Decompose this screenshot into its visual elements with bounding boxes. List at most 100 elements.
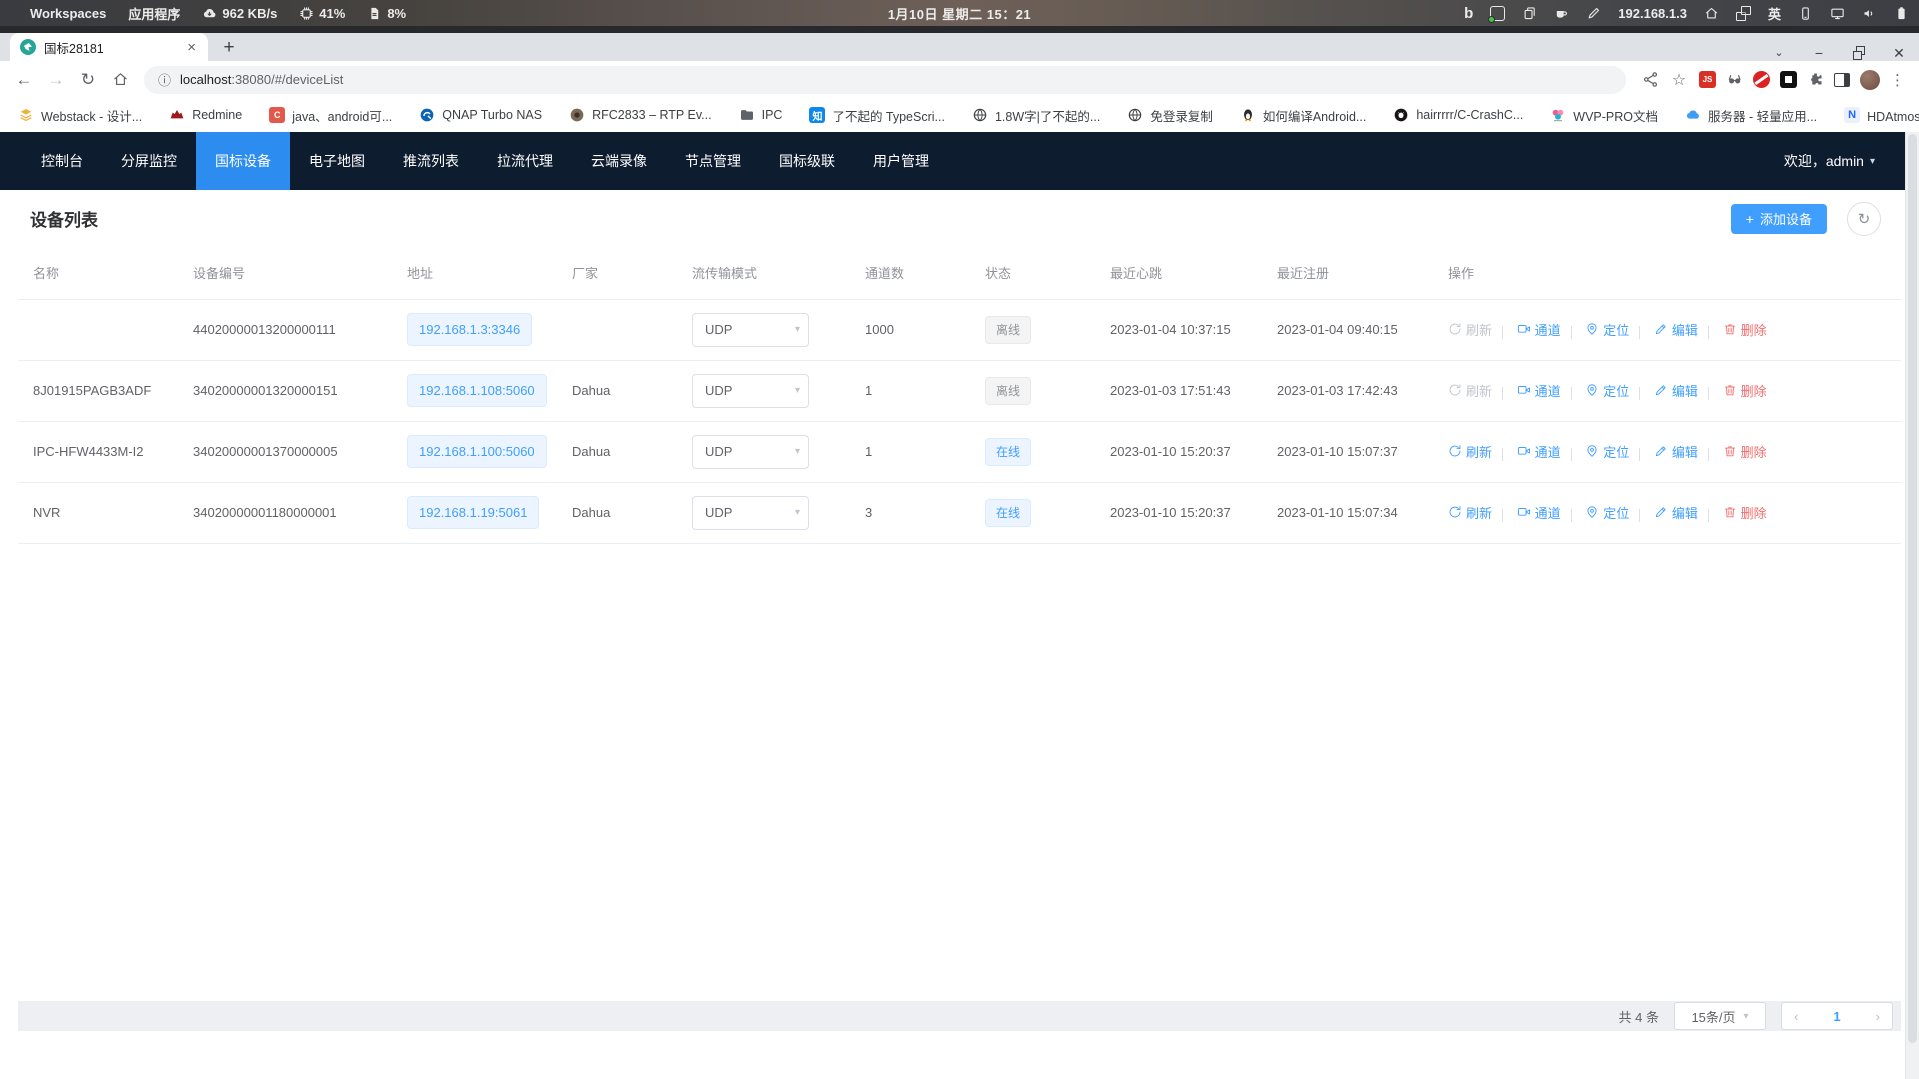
action-edit-button[interactable]: 编辑 (1654, 320, 1698, 339)
bookmark-webstack[interactable]: Webstack - 设计... (18, 106, 142, 125)
bookmark-wvp-doc[interactable]: WVP-PRO文档 (1550, 106, 1658, 125)
user-menu[interactable]: 欢迎，admin ▾ (1784, 151, 1875, 171)
share-icon[interactable] (1642, 71, 1659, 88)
extensions-puzzle-icon[interactable] (1807, 71, 1824, 88)
page-scrollbar[interactable] (1905, 132, 1919, 1079)
workspaces-button[interactable]: Workspaces (30, 6, 106, 21)
bookmark-star-icon[interactable]: ☆ (1669, 70, 1689, 90)
action-channels-button[interactable]: 通道 (1517, 320, 1561, 339)
clock[interactable]: 1月10日 星期二 15：21 (888, 4, 1031, 23)
nav-item-cloud-record[interactable]: 云端录像 (572, 132, 666, 190)
extension-blocker-icon[interactable] (1753, 71, 1770, 88)
clipboard-copy-icon[interactable] (1522, 6, 1537, 21)
prev-page-button[interactable]: ‹ (1794, 1009, 1798, 1024)
window-restore-button[interactable] (1851, 45, 1867, 61)
applications-button[interactable]: 应用程序 (128, 4, 180, 23)
action-edit-button[interactable]: 编辑 (1654, 442, 1698, 461)
color-picker-icon[interactable] (1586, 6, 1601, 21)
nav-item-user-manage[interactable]: 用户管理 (854, 132, 948, 190)
extension-dark-icon[interactable] (1780, 71, 1797, 88)
tray-icon-b[interactable]: b (1464, 6, 1473, 21)
stream-mode-select[interactable]: UDP▾ (692, 313, 809, 347)
ip-address-indicator[interactable]: 192.168.1.3 (1618, 6, 1687, 21)
input-method-indicator[interactable]: 英 (1768, 4, 1781, 23)
nav-item-console[interactable]: 控制台 (22, 132, 102, 190)
address-bar[interactable]: ⓘ localhost:38080/#/deviceList (144, 66, 1626, 94)
nav-item-gb-devices[interactable]: 国标设备 (196, 132, 290, 190)
page-size-select[interactable]: 15条/页 ▾ (1674, 1002, 1766, 1030)
action-refresh-button[interactable]: 刷新 (1448, 503, 1492, 522)
action-edit-button[interactable]: 编辑 (1654, 381, 1698, 400)
address-chip[interactable]: 192.168.1.100:5060 (407, 435, 547, 468)
nav-item-e-map[interactable]: 电子地图 (290, 132, 384, 190)
volume-icon[interactable] (1862, 6, 1877, 21)
home-icon[interactable] (1704, 6, 1719, 21)
current-page[interactable]: 1 (1833, 1009, 1840, 1024)
action-locate-button[interactable]: 定位 (1585, 320, 1629, 339)
action-refresh-button[interactable]: 刷新 (1448, 381, 1492, 400)
tray-app-status-icon[interactable] (1490, 6, 1505, 21)
next-page-button[interactable]: › (1876, 1009, 1880, 1024)
bookmark-csdn[interactable]: C java、android可... (269, 106, 392, 125)
action-edit-button[interactable]: 编辑 (1654, 503, 1698, 522)
bookmark-hdatmos[interactable]: N HDAtmos :: 种子 *... (1844, 106, 1919, 125)
extension-goggles-icon[interactable] (1726, 71, 1743, 88)
bookmark-article-1[interactable]: 1.8W字|了不起的... (972, 106, 1100, 125)
browser-menu-icon[interactable]: ⋮ (1890, 71, 1905, 89)
bookmark-qnap[interactable]: QNAP Turbo NAS (419, 107, 542, 123)
stream-mode-select[interactable]: UDP▾ (692, 374, 809, 408)
action-locate-button[interactable]: 定位 (1585, 381, 1629, 400)
battery-icon[interactable] (1894, 6, 1909, 21)
back-button[interactable]: ← (10, 66, 38, 94)
forward-button[interactable]: → (42, 66, 70, 94)
bookmark-zhihu[interactable]: 知 了不起的 TypeScri... (809, 106, 945, 125)
reload-button[interactable]: ↻ (74, 66, 102, 94)
action-delete-button[interactable]: 删除 (1723, 320, 1767, 339)
action-locate-button[interactable]: 定位 (1585, 442, 1629, 461)
bookmark-cloud-server[interactable]: 服务器 - 轻量应用... (1685, 106, 1817, 125)
profile-avatar[interactable] (1860, 70, 1880, 90)
bookmark-redmine[interactable]: Redmine (169, 107, 242, 123)
site-info-icon[interactable]: ⓘ (158, 70, 171, 89)
action-channels-button[interactable]: 通道 (1517, 442, 1561, 461)
add-device-button[interactable]: + 添加设备 (1731, 204, 1827, 234)
browser-tab[interactable]: 国标28181 × (10, 33, 208, 61)
tab-list-chevron-icon[interactable]: ⌄ (1771, 45, 1787, 61)
stream-mode-select[interactable]: UDP▾ (692, 435, 809, 469)
action-channels-button[interactable]: 通道 (1517, 381, 1561, 400)
address-chip[interactable]: 192.168.1.3:3346 (407, 313, 532, 346)
bookmark-copy-free[interactable]: 免登录复制 (1127, 106, 1213, 125)
action-locate-button[interactable]: 定位 (1585, 503, 1629, 522)
action-channels-button[interactable]: 通道 (1517, 503, 1561, 522)
address-chip[interactable]: 192.168.1.19:5061 (407, 496, 539, 529)
window-close-button[interactable]: ✕ (1891, 45, 1907, 61)
bookmark-rfc2833[interactable]: RFC2833 – RTP Ev... (569, 107, 712, 123)
nav-item-split-monitor[interactable]: 分屏监控 (102, 132, 196, 190)
extension-js-icon[interactable]: JS (1699, 71, 1716, 88)
nav-item-pull-proxy[interactable]: 拉流代理 (478, 132, 572, 190)
refresh-list-button[interactable]: ↻ (1847, 202, 1881, 236)
browser-home-button[interactable] (106, 66, 134, 94)
side-panel-icon[interactable] (1834, 73, 1850, 87)
address-chip[interactable]: 192.168.1.108:5060 (407, 374, 547, 407)
bookmark-github[interactable]: hairrrrr/C-CrashC... (1393, 107, 1523, 123)
nav-item-push-list[interactable]: 推流列表 (384, 132, 478, 190)
scrollbar-thumb[interactable] (1908, 134, 1917, 1043)
stream-mode-select[interactable]: UDP▾ (692, 496, 809, 530)
nav-item-node-manage[interactable]: 节点管理 (666, 132, 760, 190)
coffee-caffeine-icon[interactable] (1554, 6, 1569, 21)
nav-item-gb-cascade[interactable]: 国标级联 (760, 132, 854, 190)
workspaces-switcher-icon[interactable] (1736, 6, 1751, 21)
action-refresh-button[interactable]: 刷新 (1448, 320, 1492, 339)
action-delete-button[interactable]: 删除 (1723, 442, 1767, 461)
action-refresh-button[interactable]: 刷新 (1448, 442, 1492, 461)
bookmark-folder-ipc[interactable]: IPC (739, 107, 783, 123)
tab-close-icon[interactable]: × (183, 38, 200, 57)
bookmark-android-build[interactable]: 如何编译Android... (1240, 106, 1367, 125)
display-icon[interactable] (1830, 6, 1845, 21)
new-tab-button[interactable]: + (216, 35, 242, 61)
window-minimize-button[interactable]: − (1811, 45, 1827, 61)
phone-link-icon[interactable] (1798, 6, 1813, 21)
action-delete-button[interactable]: 删除 (1723, 381, 1767, 400)
action-delete-button[interactable]: 删除 (1723, 503, 1767, 522)
